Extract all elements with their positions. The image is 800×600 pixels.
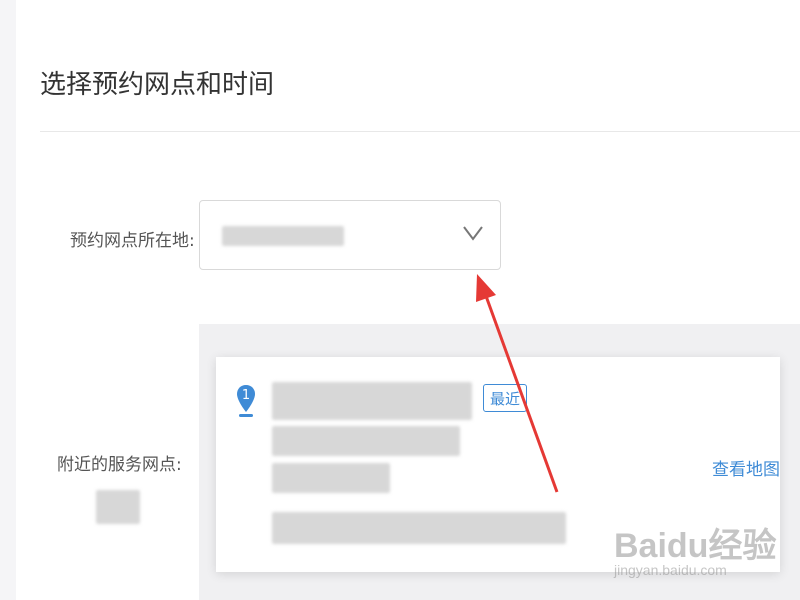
annotation-arrow — [476, 274, 559, 493]
watermark-url: jingyan.baidu.com — [614, 562, 727, 578]
watermark-brand: Baidu经验 — [614, 527, 777, 565]
page: 选择预约网点和时间 预约网点所在地: 附近的服务网点: 1 最近 查看地图 Ba… — [0, 0, 800, 600]
baidu-watermark: Baidu经验 jingyan.baidu.com — [614, 518, 794, 588]
